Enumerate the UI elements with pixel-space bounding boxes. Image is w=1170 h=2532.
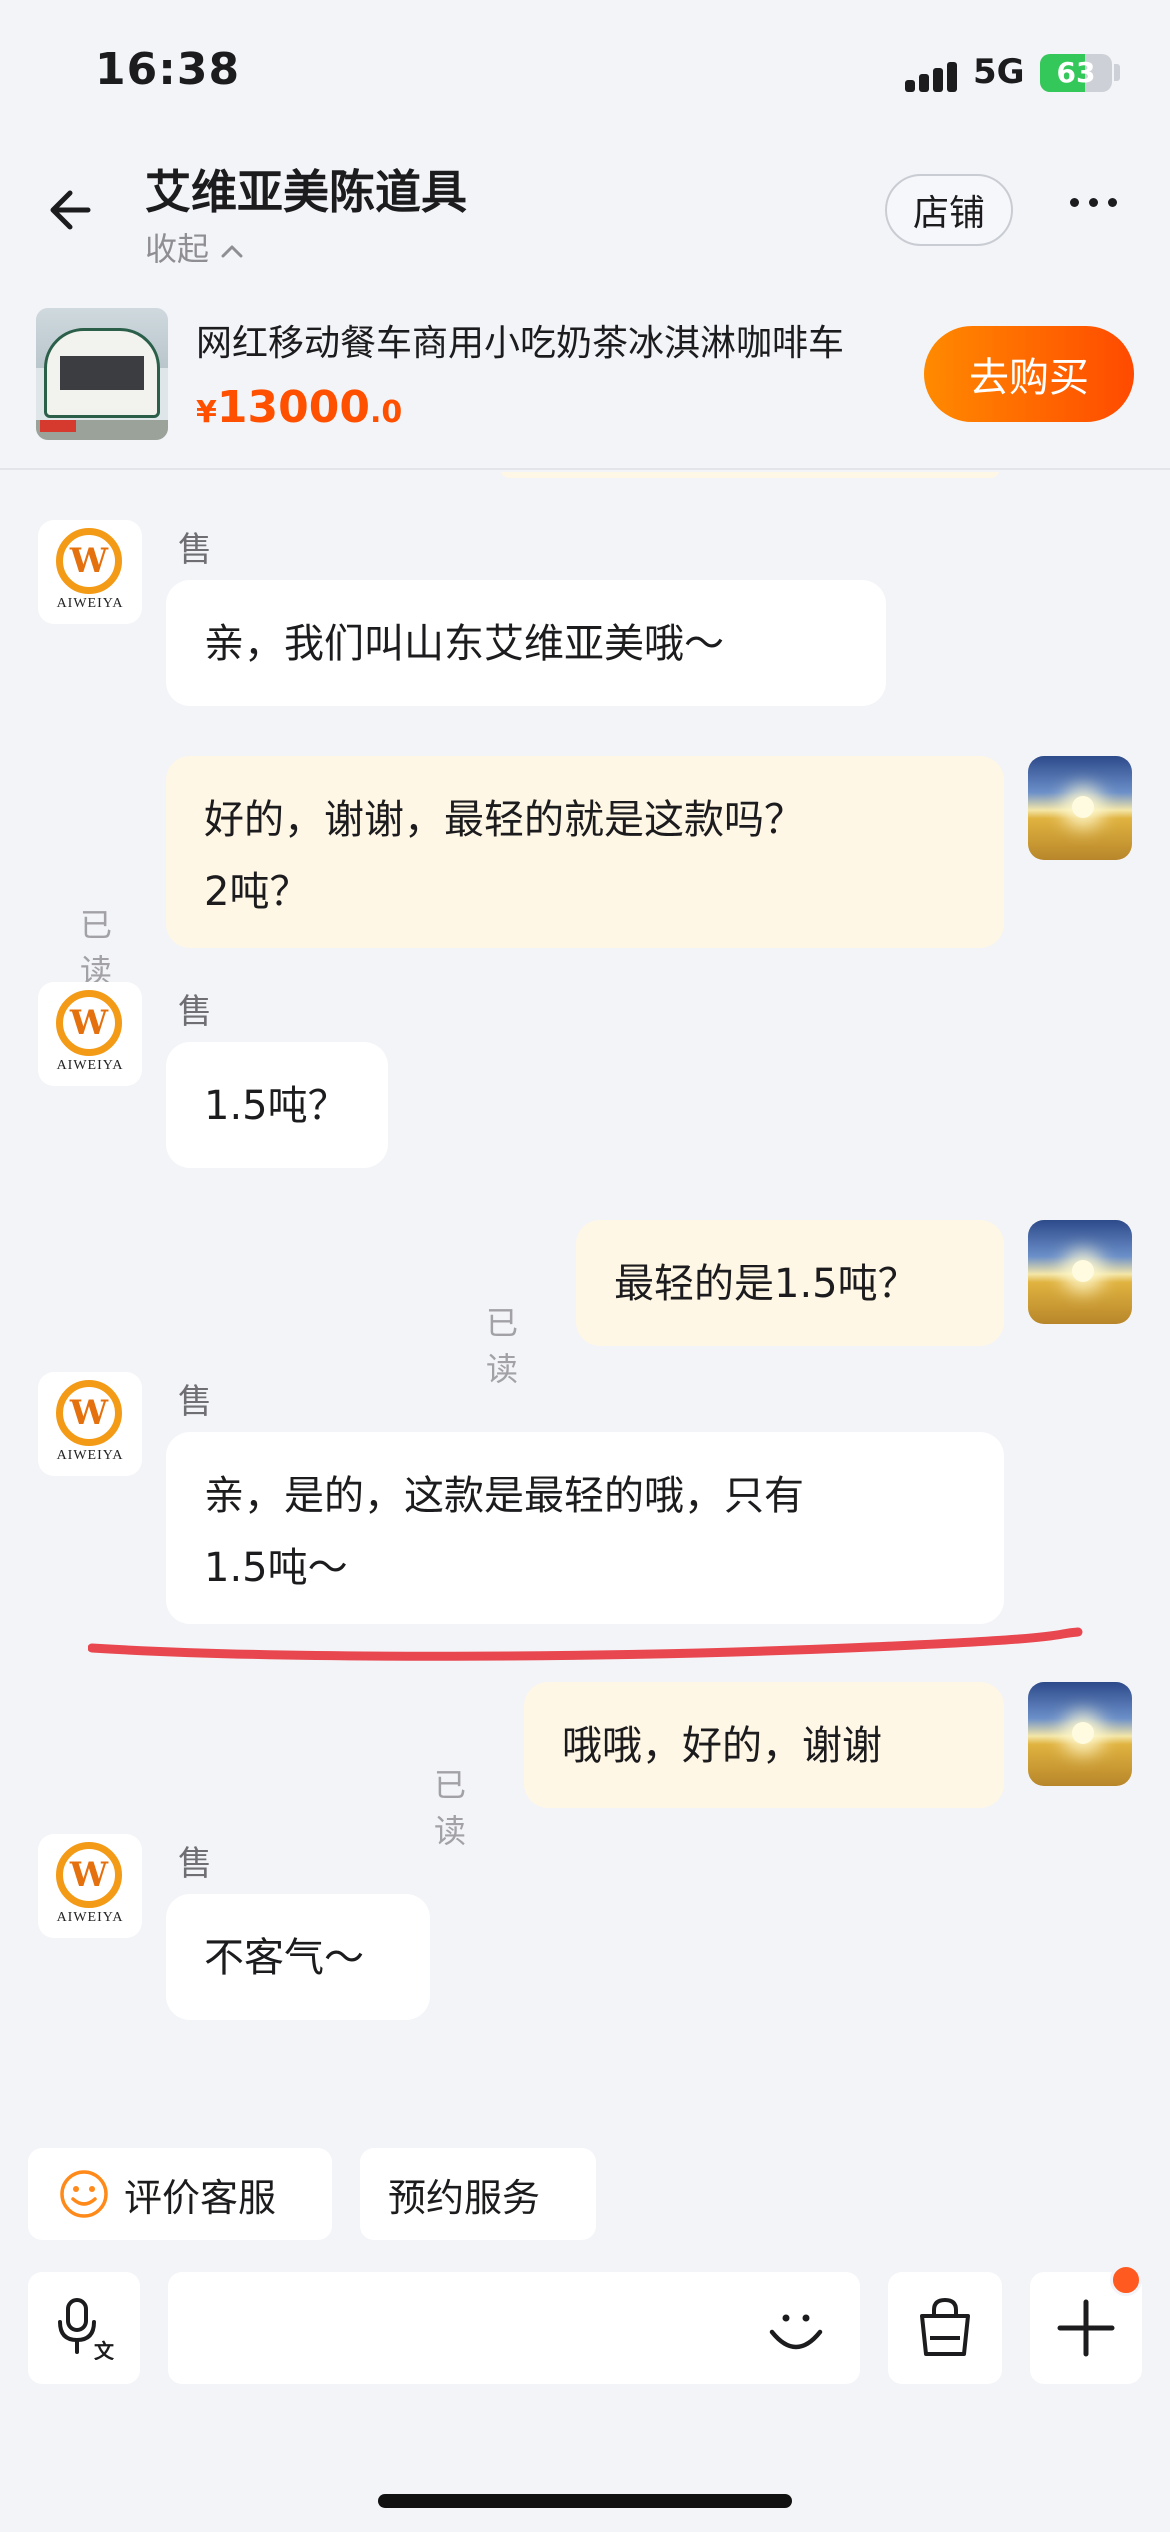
product-title[interactable]: 网红移动餐车商用小吃奶茶冰淇淋咖啡车: [196, 314, 906, 366]
agent-avatar[interactable]: W AIWEIYA: [38, 982, 142, 1086]
previous-bubble-edge: [500, 472, 1000, 478]
signal-icon: [905, 58, 960, 92]
status-time: 16:38: [95, 44, 241, 95]
user-avatar[interactable]: [1028, 1220, 1132, 1324]
user-avatar[interactable]: [1028, 1682, 1132, 1786]
shopping-bag-icon: [920, 2297, 970, 2356]
message-bubble[interactable]: 哦哦，好的，谢谢: [524, 1682, 1004, 1808]
read-status: 已读: [434, 1766, 467, 1850]
arrow-left-icon[interactable]: [44, 180, 104, 240]
chevron-up-icon: [221, 245, 243, 258]
price-integer: 13000: [216, 382, 370, 433]
store-button[interactable]: 店铺: [885, 174, 1013, 246]
microphone-translate-icon: 文: [58, 2298, 115, 2360]
price-currency: ¥: [196, 395, 217, 430]
emoji-icon[interactable]: [764, 2298, 828, 2362]
message-input[interactable]: [168, 2272, 860, 2384]
shop-name: 艾维亚美陈道具: [145, 165, 467, 219]
message-bubble[interactable]: 亲，我们叫山东艾维亚美哦～: [166, 580, 886, 706]
collapse-toggle[interactable]: 收起: [145, 224, 245, 270]
message-bubble[interactable]: 不客气～: [166, 1894, 430, 2020]
home-indicator[interactable]: [378, 2494, 792, 2508]
user-avatar[interactable]: [1028, 756, 1132, 860]
collapse-label: 收起: [145, 230, 210, 268]
message-bubble[interactable]: 最轻的是1.5吨？: [576, 1220, 1004, 1346]
status-bar: 16:38 5G 63: [0, 0, 1170, 140]
quick-actions: 评价客服 预约服务: [0, 2148, 1170, 2240]
plus-icon: [1057, 2299, 1115, 2357]
battery-cap: [1114, 64, 1120, 81]
read-status: 已读: [80, 906, 113, 990]
battery-percent: 63: [1056, 56, 1096, 89]
message-line: 好的，谢谢，最轻的就是这款吗？: [204, 797, 804, 843]
battery-icon: 63: [1040, 54, 1112, 92]
message-bubble[interactable]: 亲，是的，这款是最轻的哦，只有 1.5吨～: [166, 1432, 1004, 1624]
book-service-label: 预约服务: [388, 2175, 541, 2220]
agent-avatar[interactable]: W AIWEIYA: [38, 1834, 142, 1938]
chat-header: 艾维亚美陈道具 收起 店铺: [0, 140, 1170, 290]
book-service-button[interactable]: 预约服务: [360, 2148, 596, 2240]
message-bubble[interactable]: 1.5吨？: [166, 1042, 388, 1168]
rate-service-label: 评价客服: [124, 2175, 277, 2220]
agent-avatar[interactable]: W AIWEIYA: [38, 520, 142, 624]
shop-button[interactable]: [888, 2272, 1002, 2384]
read-status: 已读: [486, 1304, 519, 1388]
product-card[interactable]: 网红移动餐车商用小吃奶茶冰淇淋咖啡车 ¥13000.0 去购买: [0, 290, 1170, 470]
network-type: 5G: [973, 52, 1025, 92]
voice-button[interactable]: 文: [28, 2272, 140, 2384]
agent-avatar[interactable]: W AIWEIYA: [38, 1372, 142, 1476]
smile-icon: [60, 2170, 108, 2218]
price-decimal: .0: [369, 395, 403, 430]
product-price: ¥13000.0: [196, 382, 402, 433]
notification-dot: [1110, 2264, 1142, 2296]
message-line: 1.5吨～: [204, 1545, 348, 1591]
rate-service-button[interactable]: 评价客服: [28, 2148, 332, 2240]
message-line: 亲，是的，这款是最轻的哦，只有: [204, 1473, 804, 1519]
annotation-underline: [88, 1627, 1083, 1661]
buy-button[interactable]: 去购买: [924, 326, 1134, 422]
product-image[interactable]: [36, 308, 168, 440]
input-bar: 文: [0, 2264, 1170, 2388]
message-line: 2吨？: [204, 869, 310, 915]
more-icon[interactable]: [1070, 198, 1118, 210]
message-bubble[interactable]: 好的，谢谢，最轻的就是这款吗？ 2吨？: [166, 756, 1004, 948]
chat-area[interactable]: W AIWEIYA 售前 006 亲，我们叫山东艾维亚美哦～ 好的，谢谢，最轻的…: [0, 472, 1170, 2122]
svg-text:文: 文: [94, 2339, 115, 2360]
